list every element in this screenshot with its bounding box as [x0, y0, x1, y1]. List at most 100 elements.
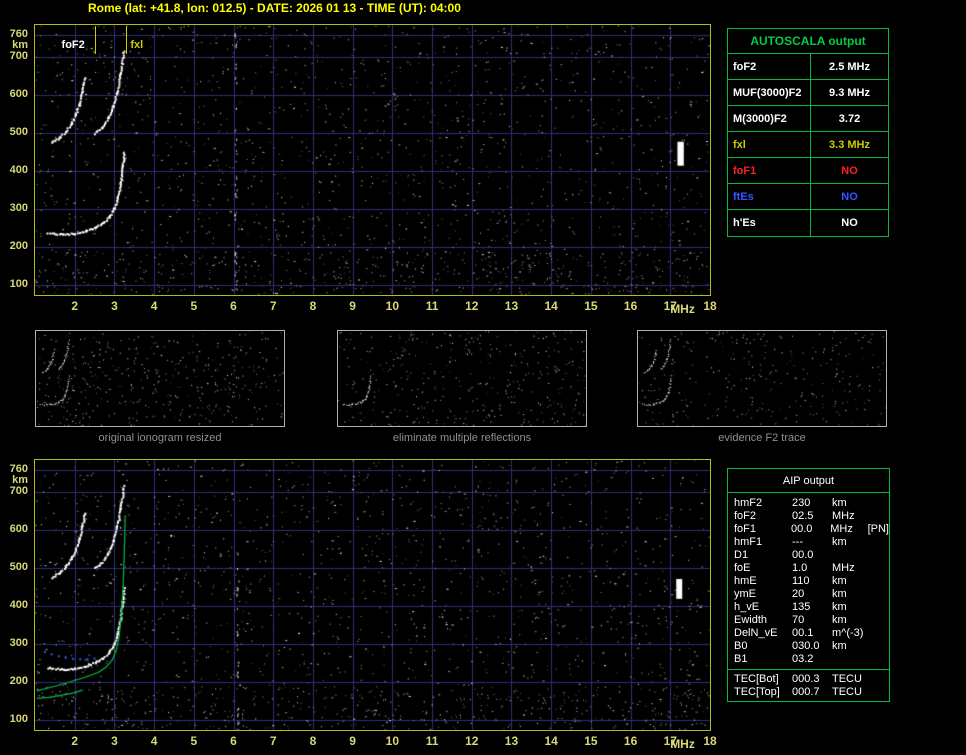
- aip-unit: km: [832, 614, 847, 626]
- autoscala-param: ftEs: [728, 184, 811, 209]
- aip-row: B1 03.2: [734, 653, 889, 666]
- aip-extra: [870, 601, 889, 614]
- x-axis-tick-label: 8: [309, 734, 317, 748]
- aip-row: hmF1 --- km: [734, 536, 889, 549]
- aip-value: 135: [792, 601, 811, 613]
- aip-value: ---: [792, 536, 803, 548]
- aip-row: TEC[Bot] 000.3 TECU: [734, 673, 889, 686]
- aip-param: B0: [734, 640, 748, 652]
- autoscala-row: foF1 NO: [728, 158, 888, 184]
- aip-value: 030.0: [792, 640, 820, 652]
- aip-row: hmF2 230 km: [734, 497, 889, 510]
- aip-unit: MHz: [832, 562, 855, 574]
- autoscala-value: NO: [841, 191, 858, 203]
- aip-tec-rows: TEC[Bot] 000.3 TECU TEC[Top] 000.7 TECU: [728, 669, 889, 699]
- aip-value: 1.0: [792, 562, 808, 574]
- y-axis-tick-label: 760: [9, 27, 28, 40]
- autoscala-row: M(3000)F2 3.72: [728, 106, 888, 132]
- aip-row: foF1 00.0 MHz [PN]: [734, 523, 889, 536]
- y-axis-tick-label: 600: [9, 523, 28, 536]
- x-axis-tick-label: 16: [623, 734, 638, 748]
- aip-unit: km: [832, 601, 847, 613]
- aip-unit: MHz: [830, 523, 853, 535]
- x-axis-tick-label: 18: [703, 734, 717, 748]
- x-axis-tick-label: 11: [425, 734, 439, 748]
- x-axis-unit-label: MHz: [670, 302, 695, 316]
- y-axis-tick-label: 700: [9, 485, 28, 498]
- x-axis-tick-label: 5: [190, 299, 198, 313]
- aip-param: TEC[Top]: [734, 686, 780, 698]
- aip-param: foF1: [734, 523, 757, 535]
- aip-extra: [870, 536, 889, 549]
- x-axis-tick-label: 8: [309, 299, 317, 313]
- aip-unit: m^(-3): [832, 627, 864, 639]
- aip-value: 02.5: [792, 510, 814, 522]
- x-axis-tick-label: 4: [150, 734, 158, 748]
- thumbnail-original-canvas: [36, 331, 284, 426]
- annotation-line-fxl: [126, 26, 128, 54]
- aip-value: 70: [792, 614, 805, 626]
- aip-extra: [870, 510, 889, 523]
- autoscala-value: 3.3 MHz: [829, 139, 870, 151]
- thumbnail-caption-f2: evidence F2 trace: [718, 432, 806, 444]
- x-axis-tick-label: 16: [623, 299, 638, 313]
- aip-param: foF2: [734, 510, 757, 522]
- autoscala-row: fxl 3.3 MHz: [728, 132, 888, 158]
- y-axis-unit-label: km: [12, 39, 28, 51]
- y-axis-unit-label: km: [12, 474, 28, 486]
- aip-row: B0 030.0 km: [734, 640, 889, 653]
- aip-unit: [832, 653, 870, 666]
- x-axis-tick-label: 6: [230, 734, 237, 748]
- aip-value: 03.2: [792, 653, 814, 665]
- autoscala-param: foF1: [728, 158, 811, 183]
- aip-value: 00.0: [792, 549, 814, 561]
- aip-param: B1: [734, 653, 748, 665]
- autoscala-table-rows: foF2 2.5 MHz MUF(3000)F2 9.3 MHz M(3000)F2 3.…: [728, 54, 888, 236]
- aip-row: DelN_vE 00.1 m^(-3): [734, 627, 889, 640]
- autoscala-param: foF2: [728, 54, 811, 79]
- x-axis-tick-label: 13: [504, 299, 519, 313]
- autoscala-row: foF2 2.5 MHz: [728, 54, 888, 80]
- aip-extra: [870, 575, 889, 588]
- thumbnail-f2-canvas: [638, 331, 886, 426]
- thumbnail-caption-original: original ionogram resized: [98, 432, 222, 444]
- aip-extra: [870, 614, 889, 627]
- station-date-time-title: Rome (lat: +41.8, lon: 012.5) - DATE: 20…: [88, 1, 461, 15]
- aip-unit: TECU: [832, 673, 862, 685]
- aip-param: foE: [734, 562, 751, 574]
- aip-extra: [870, 653, 889, 666]
- x-axis-tick-label: 10: [385, 299, 400, 313]
- y-axis-tick-label: 500: [9, 561, 28, 574]
- aip-row: D1 00.0: [734, 549, 889, 562]
- aip-param: Ewidth: [734, 614, 768, 626]
- x-axis-tick-label: 2: [71, 299, 79, 313]
- autoscala-param: h'Es: [728, 210, 811, 236]
- y-axis-tick-label: 760: [9, 462, 28, 475]
- aip-row: hmE 110 km: [734, 575, 889, 588]
- autoscala-value: 2.5 MHz: [829, 61, 870, 73]
- x-axis-tick-label: 3: [111, 734, 118, 748]
- x-axis-tick-label: 18: [703, 299, 717, 313]
- y-axis-tick-label: 400: [9, 164, 28, 177]
- aip-param: ymE: [734, 588, 756, 600]
- x-axis-tick-label: 12: [465, 299, 479, 313]
- x-axis-tick-label: 2: [71, 734, 79, 748]
- aip-extra: [PN]: [867, 523, 889, 535]
- aip-unit: km: [832, 575, 847, 587]
- autoscala-param: MUF(3000)F2: [728, 80, 811, 105]
- aip-extra: [870, 497, 889, 510]
- aip-extra: [870, 549, 889, 562]
- x-axis-tick-label: 9: [349, 734, 356, 748]
- x-axis-tick-label: 3: [111, 299, 118, 313]
- aip-unit: MHz: [832, 510, 855, 522]
- aip-row: foF2 02.5 MHz: [734, 510, 889, 523]
- aip-param: D1: [734, 549, 749, 561]
- aip-param: DelN_vE: [734, 627, 778, 639]
- aip-output-table: AIP output hmF2 230 km foF2 02.5 MHz foF1 00.0 M…: [727, 468, 890, 702]
- y-axis-tick-label: 200: [9, 240, 28, 253]
- x-axis-tick-label: 5: [190, 734, 198, 748]
- aip-unit: km: [832, 640, 847, 652]
- y-axis-tick-label: 700: [9, 50, 28, 63]
- aip-table-header: AIP output: [728, 469, 889, 493]
- thumbnail-reflections-canvas: [338, 331, 586, 426]
